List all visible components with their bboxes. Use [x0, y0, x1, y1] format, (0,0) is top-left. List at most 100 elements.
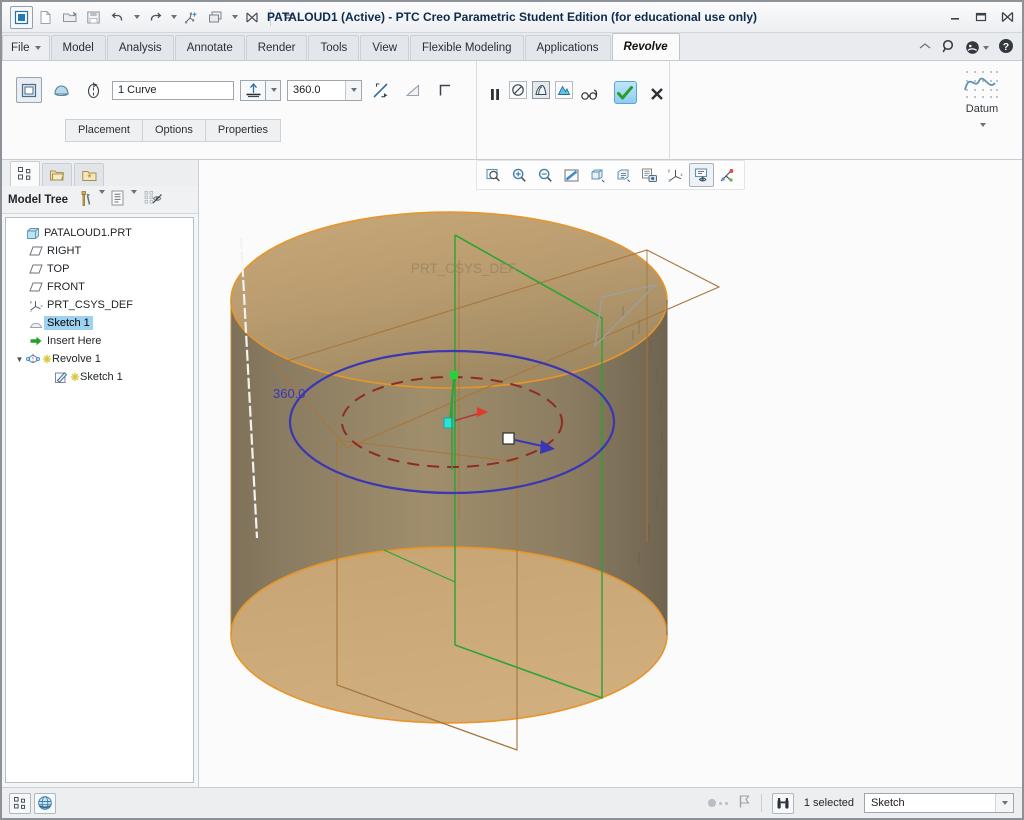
restore-button[interactable]: [974, 10, 988, 24]
tab-flexible-modeling[interactable]: Flexible Modeling: [410, 35, 524, 60]
revolve-model-render: PRT_CSYS_DEF 360.0: [230, 211, 721, 751]
selection-filter-select[interactable]: Sketch: [864, 793, 1014, 813]
favorites-tab[interactable]: [74, 163, 104, 186]
tree-item-sketch-1[interactable]: Sketch 1: [6, 314, 193, 332]
new-icon[interactable]: [34, 6, 57, 29]
selection-filter-value: Sketch: [871, 797, 905, 809]
tab-render[interactable]: Render: [245, 35, 308, 60]
tab-applications[interactable]: Applications: [524, 35, 611, 60]
window-controls: [948, 10, 1014, 24]
minimize-ribbon-icon[interactable]: [919, 41, 932, 54]
datum-curve-icon[interactable]: [954, 65, 1010, 103]
tab-annotate[interactable]: Annotate: [174, 35, 245, 60]
window-switch-icon[interactable]: [204, 6, 227, 29]
remove-material-button[interactable]: [432, 77, 458, 103]
revolve-angle-field[interactable]: 360.0: [287, 79, 362, 101]
regenerate-icon[interactable]: [180, 6, 203, 29]
tree-item-nested-sketch-1[interactable]: Sketch 1: [6, 368, 193, 386]
tab-properties[interactable]: Properties: [204, 119, 282, 142]
model-canvas[interactable]: PRT_CSYS_DEF 360.0: [199, 190, 1022, 787]
revolve-icon: [25, 353, 41, 365]
revolve-angle-dropdown[interactable]: [345, 80, 361, 100]
datum-group-expand[interactable]: [954, 123, 1010, 127]
zoom-in-icon[interactable]: [507, 163, 532, 187]
view-manager-icon[interactable]: [637, 163, 662, 187]
cancel-button[interactable]: [646, 81, 669, 107]
ribbon-tab-strip: File Model Analysis Annotate Render Tool…: [2, 33, 1022, 61]
window-dropdown-icon[interactable]: [228, 6, 240, 29]
tools-icon[interactable]: [77, 190, 93, 210]
main-body: Model Tree PATALOUD1.PRT RIGHT TOP FRONT…: [2, 160, 1022, 787]
tab-view[interactable]: View: [360, 35, 410, 60]
quick-access-toolbar: [2, 5, 300, 29]
depth-type-selector[interactable]: [240, 79, 281, 101]
tree-item-csys[interactable]: yz x PRT_CSYS_DEF: [6, 296, 193, 314]
app-menu-icon[interactable]: [10, 5, 33, 29]
list-icon[interactable]: [110, 190, 125, 209]
tab-options[interactable]: Options: [141, 119, 206, 142]
search-icon[interactable]: [941, 39, 956, 57]
tab-placement[interactable]: Placement: [65, 119, 143, 142]
tree-item-right[interactable]: RIGHT: [6, 242, 193, 260]
depth-type-icon[interactable]: [240, 79, 266, 101]
binoculars-icon[interactable]: [771, 792, 794, 814]
flag-icon[interactable]: [738, 794, 751, 812]
ok-button[interactable]: [613, 81, 637, 104]
redo-icon[interactable]: [143, 6, 166, 29]
tree-expander-revolve[interactable]: ▼: [14, 355, 25, 364]
verify-glasses-icon[interactable]: [578, 81, 601, 107]
datum-display-icon[interactable]: yz x: [663, 163, 688, 187]
shaded-preview-button[interactable]: [554, 81, 573, 99]
tab-tools[interactable]: Tools: [308, 35, 360, 60]
minimize-button[interactable]: [948, 10, 962, 24]
undo-icon[interactable]: [106, 6, 129, 29]
display-style-icon[interactable]: [585, 163, 610, 187]
revolve-dashboard: 1 Curve 360.0 Placement Options Properti…: [2, 61, 1022, 160]
undo-dropdown-icon[interactable]: [130, 6, 142, 29]
tab-model[interactable]: Model: [50, 35, 106, 60]
selection-filter-dropdown-icon[interactable]: [995, 794, 1013, 812]
tab-analysis[interactable]: Analysis: [106, 35, 174, 60]
flip-direction-button[interactable]: [368, 77, 394, 103]
tab-file[interactable]: File: [2, 35, 50, 60]
zoom-out-icon[interactable]: [533, 163, 558, 187]
preview-geometry-button[interactable]: [531, 81, 550, 99]
tab-revolve[interactable]: Revolve: [611, 33, 680, 60]
no-preview-button[interactable]: [508, 81, 527, 99]
axis-collector-field[interactable]: 1 Curve: [112, 80, 234, 100]
close-button[interactable]: [1000, 10, 1014, 24]
surface-button[interactable]: [48, 77, 74, 103]
list-dropdown-icon[interactable]: [130, 189, 138, 206]
tree-item-top[interactable]: TOP: [6, 260, 193, 278]
help-icon[interactable]: ?: [998, 38, 1014, 57]
refit-icon[interactable]: [481, 163, 506, 187]
close-window-icon[interactable]: [241, 6, 264, 29]
open-icon[interactable]: [58, 6, 81, 29]
qat-overflow-icon[interactable]: [277, 6, 300, 29]
account-icon[interactable]: [965, 40, 989, 55]
save-icon[interactable]: [82, 6, 105, 29]
model-tree-toggle-icon[interactable]: [9, 792, 31, 814]
browser-toggle-icon[interactable]: [34, 792, 56, 814]
tree-item-part[interactable]: PATALOUD1.PRT: [6, 224, 193, 242]
tree-item-insert-here[interactable]: Insert Here: [6, 332, 193, 350]
saved-orientations-icon[interactable]: [611, 163, 636, 187]
tree-item-revolve-1[interactable]: ▼ Revolve 1: [6, 350, 193, 368]
filter-off-icon[interactable]: [144, 190, 163, 209]
tree-item-front[interactable]: FRONT: [6, 278, 193, 296]
revolve-axis-button[interactable]: [80, 77, 106, 103]
spin-center-icon[interactable]: [715, 163, 740, 187]
annotation-display-icon[interactable]: [689, 163, 714, 187]
folder-browser-tab[interactable]: [42, 163, 72, 186]
model-tree-tab[interactable]: [10, 161, 40, 186]
thicken-sketch-button[interactable]: [400, 77, 426, 103]
solid-button[interactable]: [16, 77, 42, 103]
redo-dropdown-icon[interactable]: [167, 6, 179, 29]
depth-type-dropdown[interactable]: [266, 79, 281, 101]
pause-button[interactable]: [487, 81, 504, 107]
model-tree[interactable]: PATALOUD1.PRT RIGHT TOP FRONT y z x PRT_…: [5, 217, 194, 783]
repaint-icon[interactable]: [559, 163, 584, 187]
sketch-icon: [28, 317, 44, 329]
tools-dropdown-icon[interactable]: [98, 189, 106, 206]
tree-item-label: Revolve 1: [52, 353, 101, 365]
